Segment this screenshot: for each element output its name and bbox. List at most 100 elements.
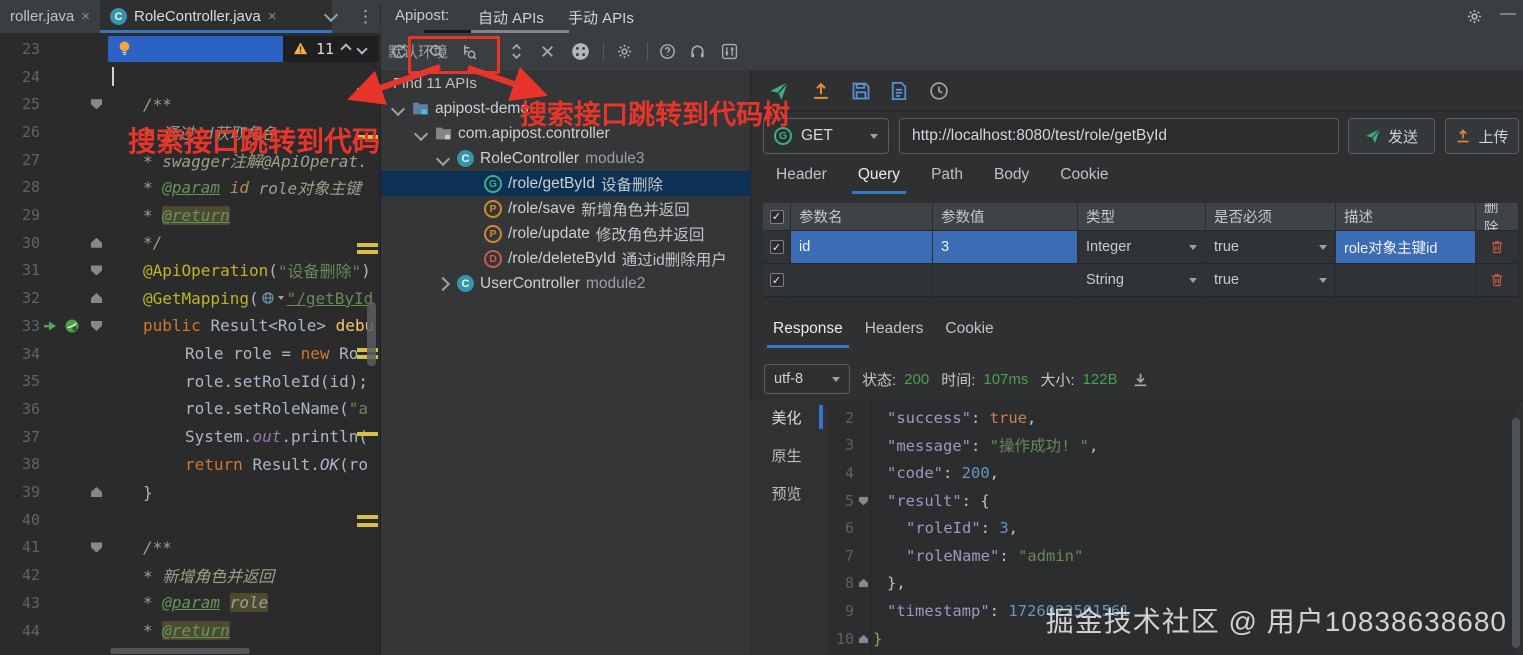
headphones-icon[interactable] <box>689 43 706 60</box>
gutter-cell <box>40 35 108 63</box>
api-tree-panel: Find 11 APIs apipost-demo com.apipost.con… <box>380 70 751 655</box>
upload-icon[interactable] <box>811 81 831 101</box>
history-icon[interactable] <box>929 81 949 101</box>
editor-vertical-scrollbar[interactable] <box>367 302 376 366</box>
param-required-select[interactable]: true <box>1206 231 1336 264</box>
chevron-right-icon[interactable] <box>435 276 451 291</box>
editor-horizontal-scrollbar[interactable] <box>110 648 250 654</box>
view-tab-beautify[interactable]: 美化 <box>750 404 823 430</box>
tab-path[interactable]: Path <box>931 166 963 194</box>
save-icon[interactable] <box>851 81 871 101</box>
code-token: , <box>1008 519 1019 538</box>
fold-marker[interactable] <box>91 487 102 498</box>
param-type-select[interactable]: Integer <box>1078 231 1206 264</box>
sliders-settings-icon[interactable] <box>721 43 738 60</box>
encoding-select[interactable]: utf-8 <box>764 364 850 394</box>
code-line: 41 /** <box>0 534 380 562</box>
minimize-icon[interactable]: — <box>1500 5 1516 23</box>
view-tab-raw[interactable]: 原生 <box>750 442 823 468</box>
line-number: 34 <box>21 344 40 363</box>
tree-item[interactable]: C RoleController module3 <box>381 146 751 171</box>
url-globe-icon[interactable] <box>261 291 275 305</box>
checkbox[interactable]: ✓ <box>769 273 784 287</box>
expand-all-icon[interactable] <box>508 43 525 60</box>
line-number: 10 <box>835 629 854 648</box>
gutter-cell <box>854 542 871 570</box>
response-meta: utf-8 状态: 200 时间: 107ms 大小: 122B <box>756 362 1149 396</box>
code-token: role对象主键 <box>248 179 362 199</box>
warnings-badge[interactable]: 11 <box>282 36 378 62</box>
param-description-cell[interactable] <box>1336 264 1476 297</box>
fold-marker[interactable] <box>858 634 869 643</box>
response-vertical-scrollbar[interactable] <box>1512 418 1520 648</box>
tab-body[interactable]: Body <box>994 166 1029 194</box>
send-button[interactable]: 发送 <box>1348 118 1435 154</box>
tab-query[interactable]: Query <box>851 166 907 194</box>
trash-icon[interactable] <box>1489 272 1505 288</box>
tree-item[interactable]: D/role/deleteById 通过id删除用户 <box>381 246 751 271</box>
next-warning-icon[interactable] <box>356 43 368 55</box>
fold-marker[interactable] <box>858 579 869 588</box>
previous-warning-icon[interactable] <box>340 43 352 55</box>
document-icon[interactable] <box>889 81 909 101</box>
checkbox[interactable]: ✓ <box>769 240 784 254</box>
download-icon[interactable] <box>1132 371 1149 388</box>
code-token: Result. <box>252 454 320 474</box>
apipost-debug-icon[interactable] <box>64 318 80 334</box>
gear-icon[interactable] <box>616 43 633 60</box>
chevron-down-icon[interactable] <box>390 101 406 116</box>
view-tab-preview[interactable]: 预览 <box>750 480 823 506</box>
tab-response[interactable]: Response <box>767 320 849 348</box>
param-name-cell[interactable] <box>791 264 933 297</box>
param-value-cell[interactable] <box>933 264 1078 297</box>
param-type-select[interactable]: String <box>1078 264 1206 297</box>
editor-options-kebab-icon[interactable]: ⋮ <box>357 7 374 27</box>
help-icon[interactable] <box>659 43 676 60</box>
type-value: String <box>1086 272 1124 288</box>
json-line: 4 "code": 200, <box>828 459 1515 487</box>
fold-marker[interactable] <box>91 293 102 304</box>
fold-marker[interactable] <box>91 265 102 276</box>
tab-manual-apis[interactable]: 手动 APIs <box>568 7 634 28</box>
code-token: } <box>143 482 153 502</box>
close-icon[interactable]: × <box>81 9 90 24</box>
fold-marker[interactable] <box>91 99 102 110</box>
url-input[interactable]: http://localhost:8080/test/role/getById <box>899 118 1339 154</box>
trash-icon[interactable] <box>1489 239 1505 255</box>
checkbox[interactable]: ✓ <box>769 209 784 224</box>
close-icon[interactable]: × <box>268 9 277 24</box>
param-required-select[interactable]: true <box>1206 264 1336 297</box>
dots-grid-icon[interactable] <box>571 42 590 61</box>
upload-button[interactable]: 上传 <box>1445 118 1519 154</box>
tree-item[interactable]: G/role/getById 设备删除 <box>381 171 751 196</box>
param-value-cell[interactable]: 3 <box>933 231 1078 264</box>
annotation-text-right: 搜索接口跳转到代码树 <box>520 100 790 130</box>
fold-marker[interactable] <box>91 320 102 331</box>
chevron-down-icon[interactable] <box>413 126 429 141</box>
code-line: 25 /** <box>0 90 380 118</box>
code-text: /** <box>108 534 380 562</box>
run-button[interactable] <box>42 318 58 334</box>
chevron-down-icon[interactable] <box>435 151 451 166</box>
code-text: role.setRoleName("a <box>108 395 380 423</box>
lightbulb-icon[interactable] <box>116 40 133 57</box>
code-line: 36 role.setRoleName("a <box>0 395 380 423</box>
fold-marker[interactable] <box>91 542 102 553</box>
editor-tab-active[interactable]: C RoleController.java × <box>100 0 332 33</box>
param-name-cell[interactable]: id <box>791 231 933 264</box>
tab-cookie[interactable]: Cookie <box>1060 166 1108 194</box>
tree-item[interactable]: C UserController module2 <box>381 271 751 296</box>
tab-header[interactable]: Header <box>776 166 827 194</box>
gutter-cell <box>40 201 108 229</box>
tree-item[interactable]: P/role/save 新增角色并返回 <box>381 196 751 221</box>
tree-item[interactable]: P/role/update 修改角色并返回 <box>381 221 751 246</box>
tab-response-cookie[interactable]: Cookie <box>945 320 993 348</box>
fold-marker[interactable] <box>858 496 869 505</box>
code-token: @param <box>162 177 221 197</box>
collapse-close-icon[interactable] <box>539 43 556 60</box>
fold-marker[interactable] <box>91 237 102 248</box>
param-description-cell[interactable]: role对象主键id <box>1336 231 1476 264</box>
tab-response-headers[interactable]: Headers <box>865 320 924 348</box>
settings-gear-icon[interactable] <box>1466 8 1483 25</box>
tab-auto-apis[interactable]: 自动 APIs <box>478 7 544 28</box>
